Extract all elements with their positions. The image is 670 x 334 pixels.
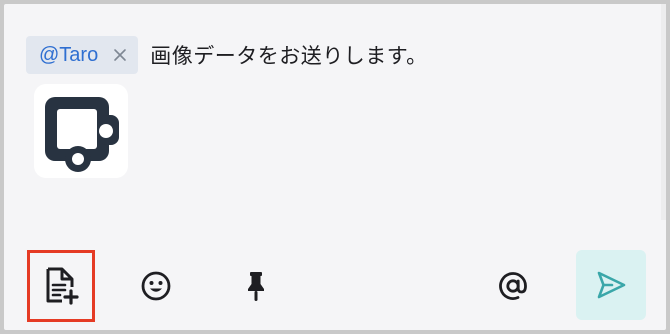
message-text: 画像データをお送りします。 <box>150 44 428 68</box>
send-icon <box>597 271 626 299</box>
attach-file-button[interactable] <box>27 250 95 322</box>
smiley-icon <box>141 271 171 301</box>
image-placeholder-icon <box>45 97 119 172</box>
message-composer[interactable]: @Taro 画像データをお送りします。 <box>4 4 666 330</box>
mention-chip: @Taro <box>26 36 139 74</box>
image-attachment[interactable] <box>34 84 128 178</box>
mention-remove-button[interactable] <box>112 47 128 63</box>
mention-name: @Taro <box>39 43 99 66</box>
file-add-icon <box>46 267 79 305</box>
scrollbar-track <box>661 4 666 220</box>
message-content[interactable]: @Taro 画像データをお送りします。 <box>26 36 428 74</box>
pin-button[interactable] <box>232 262 280 310</box>
send-button[interactable] <box>576 250 646 320</box>
mention-button[interactable] <box>489 262 537 310</box>
at-sign-icon <box>499 272 527 300</box>
close-icon <box>114 49 127 61</box>
emoji-button[interactable] <box>132 262 180 310</box>
pin-icon <box>248 272 264 301</box>
